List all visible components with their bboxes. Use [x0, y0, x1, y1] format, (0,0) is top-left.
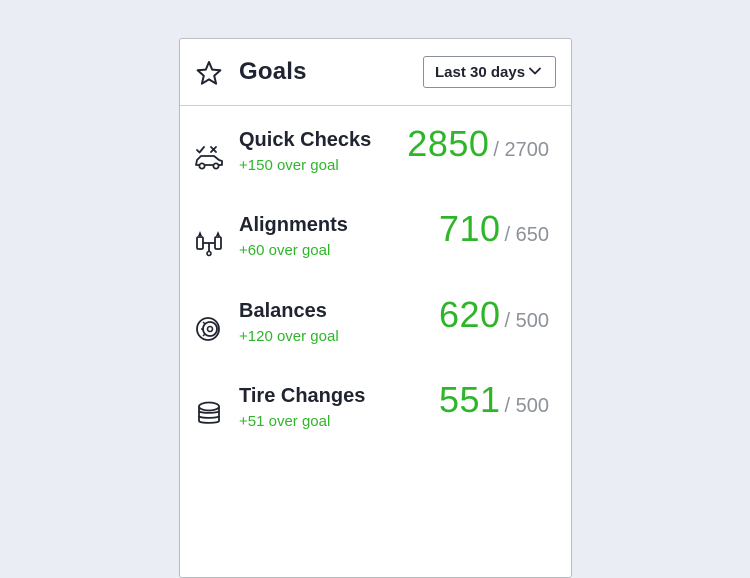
card-header: Goals Last 30 days: [180, 39, 571, 106]
star-icon: [196, 61, 222, 85]
goal-row-balances: Balances +120 over goal 620 / 500: [180, 294, 571, 360]
goal-delta: +60 over goal: [239, 242, 331, 259]
date-range-value: Last 30 days: [435, 63, 526, 81]
goal-row-tire-changes: Tire Changes +51 over goal 551 / 500: [180, 379, 571, 445]
goal-name: Tire Changes: [239, 385, 366, 407]
goal-figure: 620 / 500: [439, 294, 549, 336]
chevron-down-icon: [529, 67, 541, 75]
goal-figure: 710 / 650: [439, 208, 549, 250]
goal-figure: 2850 / 2700: [407, 123, 549, 165]
goal-actual-value: 551: [438, 379, 501, 420]
goal-delta: +150 over goal: [239, 157, 339, 174]
goal-actual-value: 710: [438, 208, 501, 249]
goal-target-value: / 2700: [493, 139, 549, 161]
goal-target-value: / 500: [504, 310, 549, 332]
goal-row-quick-checks: Quick Checks +150 over goal 2850 / 2700: [180, 123, 571, 189]
goal-figure: 551 / 500: [439, 379, 549, 421]
goal-actual-value: 2850: [407, 123, 490, 164]
goal-name: Alignments: [239, 214, 348, 236]
tire-stack-icon: [198, 401, 220, 424]
goals-card: Goals Last 30 days Quick Checks +150 ove…: [179, 38, 572, 578]
goal-name: Quick Checks: [239, 129, 372, 151]
goal-actual-value: 620: [438, 294, 501, 335]
date-range-select[interactable]: Last 30 days: [423, 56, 556, 88]
goal-target-value: / 650: [504, 224, 549, 246]
goal-name: Balances: [239, 300, 327, 322]
goal-row-alignments: Alignments +60 over goal 710 / 650: [180, 208, 571, 274]
page-title: Goals: [239, 58, 307, 85]
car-check-icon: [195, 146, 223, 170]
goal-delta: +51 over goal: [239, 413, 331, 430]
alignment-icon: [196, 231, 222, 257]
goal-target-value: / 500: [504, 395, 549, 417]
wheel-balance-icon: [196, 317, 220, 341]
goal-delta: +120 over goal: [239, 328, 339, 345]
